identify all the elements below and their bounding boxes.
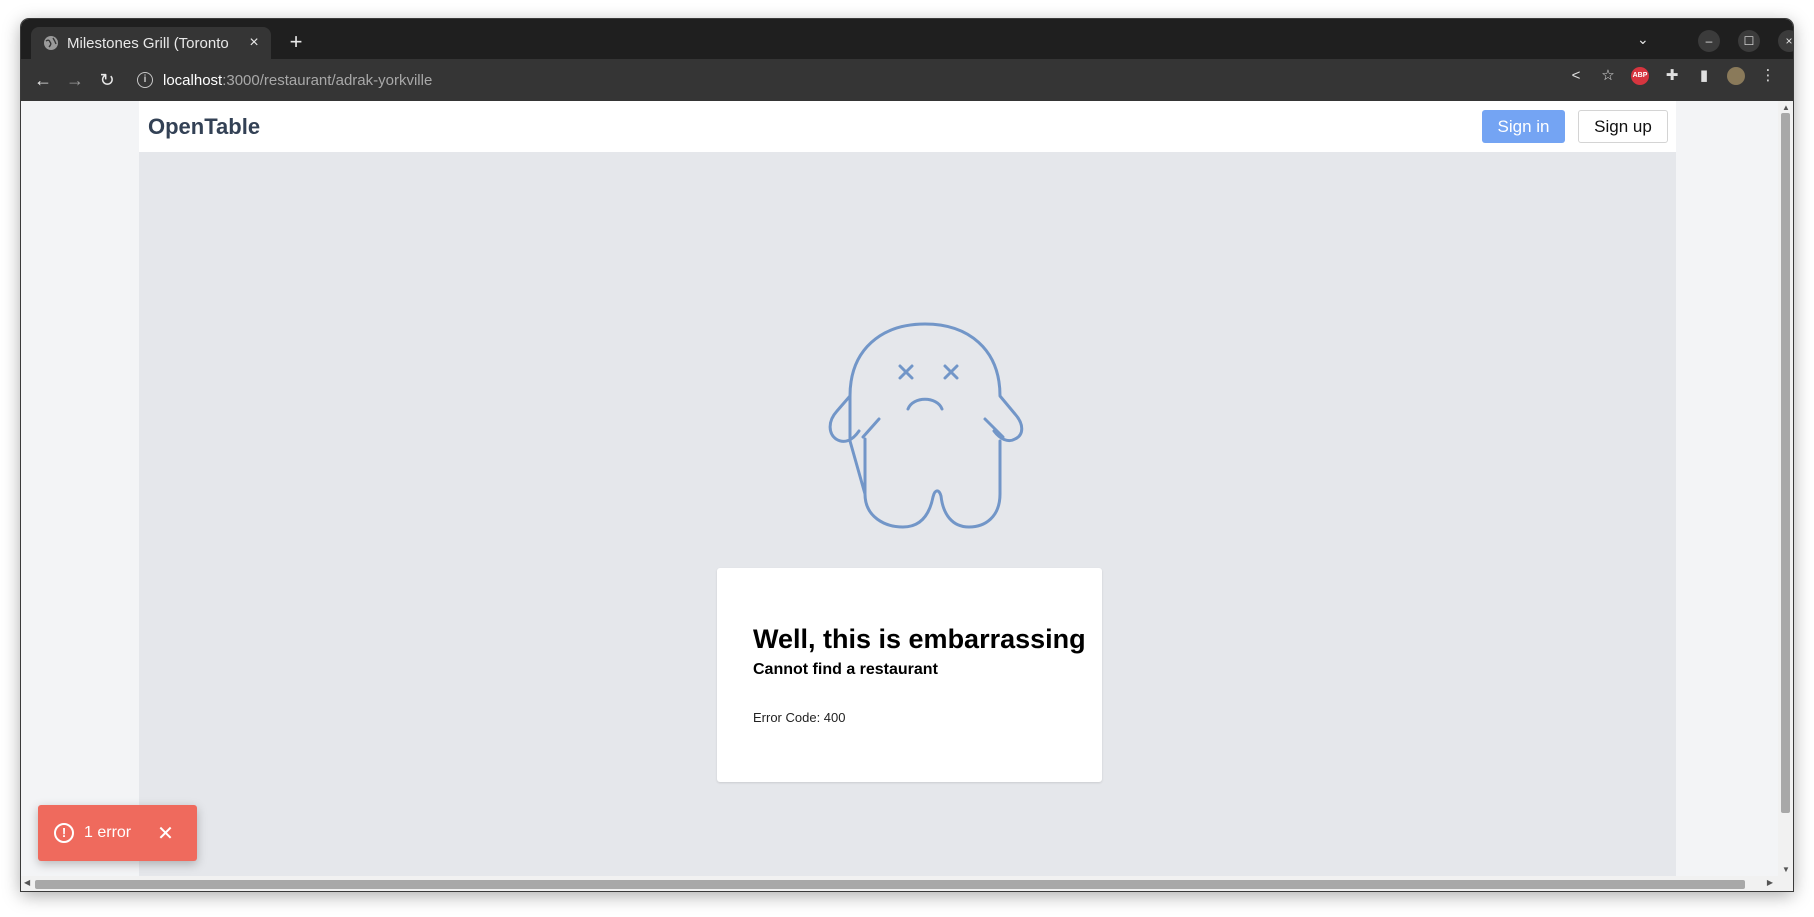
chevron-down-icon[interactable]: ⌄ bbox=[1637, 31, 1649, 48]
vertical-scrollbar[interactable]: ▲ ▼ bbox=[1778, 101, 1793, 876]
tab-bar: Milestones Grill (Toronto × + ⌄ – ☐ × bbox=[21, 19, 1793, 59]
scroll-down-icon[interactable]: ▼ bbox=[1782, 865, 1790, 874]
error-toast[interactable]: ! 1 error ✕ bbox=[38, 805, 197, 861]
close-icon[interactable]: ✕ bbox=[157, 821, 174, 846]
address-bar[interactable]: i localhost:3000/restaurant/adrak-yorkvi… bbox=[137, 64, 1557, 96]
side-panel-icon[interactable]: ▮ bbox=[1695, 67, 1713, 85]
horizontal-scrollbar[interactable]: ◀ ▶ bbox=[21, 876, 1793, 891]
url-host: localhost bbox=[163, 71, 223, 89]
forward-arrow-icon[interactable]: → bbox=[59, 64, 91, 96]
menu-icon[interactable]: ⋮ bbox=[1759, 67, 1777, 85]
horizontal-scroll-thumb[interactable] bbox=[35, 880, 1745, 889]
info-icon[interactable]: i bbox=[137, 72, 153, 88]
vertical-scroll-thumb[interactable] bbox=[1781, 113, 1790, 813]
adblock-icon[interactable]: ABP bbox=[1631, 67, 1649, 85]
extensions-icon[interactable]: ✚ bbox=[1663, 67, 1681, 85]
scroll-left-icon[interactable]: ◀ bbox=[24, 878, 30, 887]
globe-icon bbox=[44, 36, 58, 50]
error-code: Error Code: 400 bbox=[753, 710, 846, 725]
alert-circle-icon: ! bbox=[54, 823, 74, 843]
error-title: Well, this is embarrassing bbox=[753, 624, 1086, 654]
toolbar-icons: < ☆ ABP ✚ ▮ ⋮ bbox=[1567, 67, 1777, 85]
sign-in-button[interactable]: Sign in bbox=[1482, 110, 1565, 143]
browser-window: Milestones Grill (Toronto × + ⌄ – ☐ × ← … bbox=[21, 19, 1793, 891]
tab-close-icon[interactable]: × bbox=[243, 34, 265, 52]
tab-title: Milestones Grill (Toronto bbox=[67, 34, 229, 52]
browser-toolbar: ← → ↻ i localhost:3000/restaurant/adrak-… bbox=[21, 59, 1793, 101]
url-path: :3000/restaurant/adrak-yorkville bbox=[222, 71, 433, 89]
page-main: OpenTable Sign in Sign up Well, this is … bbox=[139, 101, 1676, 876]
sign-up-button[interactable]: Sign up bbox=[1578, 110, 1668, 143]
profile-avatar[interactable] bbox=[1727, 67, 1745, 85]
toast-text[interactable]: 1 error bbox=[84, 824, 131, 842]
error-card: Well, this is embarrassing Cannot find a… bbox=[717, 568, 1102, 782]
site-navbar: OpenTable Sign in Sign up bbox=[139, 101, 1676, 152]
error-subtitle: Cannot find a restaurant bbox=[753, 661, 938, 678]
minimize-button[interactable]: – bbox=[1698, 30, 1720, 52]
sad-ghost-illustration bbox=[828, 322, 1024, 529]
reload-icon[interactable]: ↻ bbox=[91, 64, 123, 96]
new-tab-button[interactable]: + bbox=[283, 29, 309, 55]
page-viewport: OpenTable Sign in Sign up Well, this is … bbox=[21, 101, 1778, 876]
share-icon[interactable]: < bbox=[1567, 67, 1585, 85]
tab-active[interactable]: Milestones Grill (Toronto × bbox=[31, 27, 271, 59]
maximize-button[interactable]: ☐ bbox=[1738, 30, 1760, 52]
star-icon[interactable]: ☆ bbox=[1599, 67, 1617, 85]
scroll-right-icon[interactable]: ▶ bbox=[1767, 878, 1773, 887]
back-arrow-icon[interactable]: ← bbox=[27, 64, 59, 96]
brand-logo[interactable]: OpenTable bbox=[148, 114, 260, 140]
scroll-up-icon[interactable]: ▲ bbox=[1782, 103, 1790, 112]
close-window-button[interactable]: × bbox=[1778, 30, 1793, 52]
